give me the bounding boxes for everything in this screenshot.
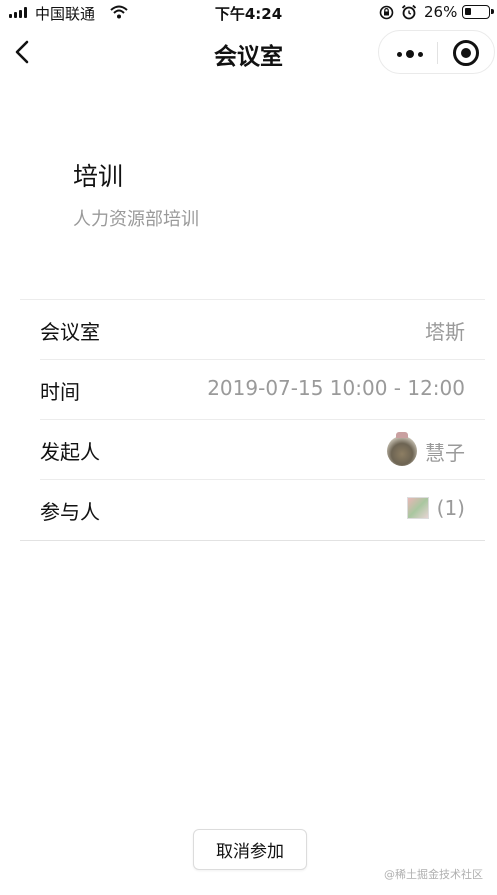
status-time: 下午4:24 [214, 5, 283, 23]
watermark: @稀土掘金技术社区 [384, 868, 483, 881]
organizer-value: 慧子 [425, 440, 465, 465]
detail-row-room: 会议室 塔斯 [40, 300, 485, 360]
battery-percent: 26% [424, 3, 458, 21]
participant-avatar [406, 497, 429, 519]
more-dots-icon[interactable] [397, 50, 423, 58]
time-value: 2019-07-15 10:00 - 12:00 [207, 376, 465, 400]
organizer-label: 发起人 [40, 440, 100, 464]
status-bar: 中国联通 下午4:24 26% [0, 0, 497, 24]
participants-count: (1) [436, 496, 465, 520]
room-value: 塔斯 [425, 320, 465, 344]
detail-row-time: 时间 2019-07-15 10:00 - 12:00 [40, 360, 485, 420]
detail-row-participants[interactable]: 参与人 (1) [40, 480, 485, 540]
battery-icon [462, 5, 494, 19]
nav-bar: 会议室 [0, 24, 497, 80]
meeting-subtitle: 人力资源部培训 [73, 209, 199, 230]
alarm-icon [401, 4, 417, 24]
meeting-details-list: 会议室 塔斯 时间 2019-07-15 10:00 - 12:00 发起人 慧… [20, 299, 485, 541]
rotation-lock-icon [379, 5, 394, 24]
room-label: 会议室 [40, 320, 100, 344]
time-label: 时间 [40, 380, 80, 404]
capsule-divider [437, 42, 438, 64]
miniprogram-capsule [378, 30, 495, 74]
cancel-attendance-button[interactable]: 取消参加 [193, 829, 307, 870]
detail-row-organizer[interactable]: 发起人 慧子 [40, 420, 485, 480]
participants-label: 参与人 [40, 500, 100, 524]
organizer-avatar [387, 432, 417, 466]
meeting-title: 培训 [73, 162, 124, 191]
target-circle-icon[interactable] [453, 40, 479, 66]
